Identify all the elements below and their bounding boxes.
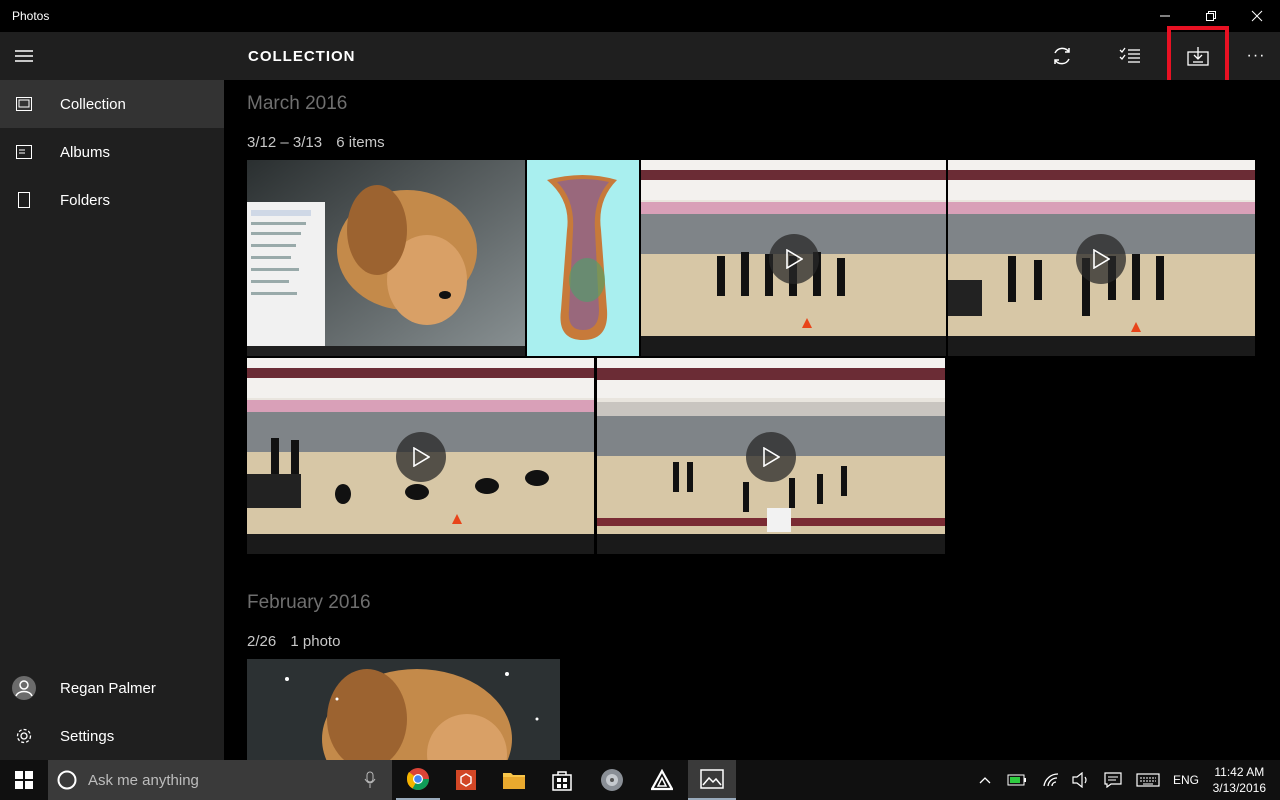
speaker-icon <box>1072 772 1087 788</box>
sidebar-item-label: Albums <box>60 143 111 161</box>
store-taskbar-button[interactable] <box>540 760 584 800</box>
group-count: 6 items <box>336 134 385 151</box>
windows-logo-icon <box>15 771 33 789</box>
refresh-button[interactable] <box>1038 32 1086 80</box>
video-thumbnail[interactable] <box>948 160 1255 356</box>
video-thumbnail[interactable] <box>247 358 594 554</box>
folders-icon <box>0 176 48 224</box>
play-icon <box>769 234 819 284</box>
group-date: 2/26 <box>247 633 277 650</box>
settings-label: Settings <box>60 727 115 745</box>
triangle-logo-icon <box>651 769 673 791</box>
import-button[interactable] <box>1167 26 1229 86</box>
albums-icon <box>0 128 48 176</box>
language-indicator: ENG <box>1172 773 1199 787</box>
app-taskbar-button[interactable] <box>640 760 684 800</box>
group-date: 3/12 – 3/13 <box>247 134 323 151</box>
close-button[interactable] <box>1234 0 1280 32</box>
photos-icon <box>700 769 724 789</box>
cortana-icon <box>57 770 77 790</box>
month-heading: February 2016 <box>247 592 371 613</box>
sidebar-item-label: Collection <box>60 95 126 113</box>
action-center-button[interactable] <box>1100 760 1126 800</box>
more-options-button[interactable]: ··· <box>1232 32 1280 80</box>
group-count: 1 photo <box>290 633 341 650</box>
clock[interactable]: 11:42 AM 3/13/2016 <box>1213 764 1266 796</box>
photo-thumbnail[interactable] <box>527 160 639 356</box>
page-header: COLLECTION ··· <box>224 26 1280 86</box>
sidebar-item-collection[interactable]: Collection <box>0 80 224 128</box>
chrome-icon <box>406 768 429 790</box>
touch-keyboard-button[interactable] <box>1134 760 1162 800</box>
office-taskbar-button[interactable] <box>444 760 488 800</box>
photos-taskbar-button[interactable] <box>688 760 736 800</box>
play-icon <box>1076 234 1126 284</box>
select-checklist-icon <box>1119 47 1140 63</box>
media-app-taskbar-button[interactable] <box>590 760 634 800</box>
app-title: Photos <box>12 9 50 23</box>
chrome-taskbar-button[interactable] <box>396 760 440 800</box>
keyboard-icon <box>1136 773 1160 787</box>
restore-icon <box>1206 11 1216 21</box>
office-icon <box>456 770 476 790</box>
start-button[interactable] <box>0 760 48 800</box>
video-thumbnail[interactable] <box>641 160 946 356</box>
play-icon <box>746 432 796 482</box>
sidebar: Collection Albums Folders Regan Palmer S… <box>0 32 224 760</box>
microphone-icon <box>364 771 376 788</box>
wifi-icon <box>1043 773 1059 787</box>
network-status[interactable] <box>1038 760 1064 800</box>
month-heading: March 2016 <box>247 93 348 114</box>
hamburger-menu-button[interactable] <box>0 32 48 80</box>
sidebar-item-label: Folders <box>60 191 111 209</box>
battery-status[interactable] <box>1004 760 1030 800</box>
more-icon: ··· <box>1246 47 1266 64</box>
date-group-header[interactable]: 2/26 1 photo <box>247 633 350 650</box>
date-group-header[interactable]: 3/12 – 3/13 6 items <box>247 134 395 151</box>
sidebar-item-albums[interactable]: Albums <box>0 128 224 176</box>
chevron-up-icon <box>979 777 991 784</box>
show-hidden-icons-button[interactable] <box>974 760 996 800</box>
input-language-button[interactable]: ENG <box>1168 760 1204 800</box>
user-account-button[interactable]: Regan Palmer <box>0 664 224 712</box>
avatar <box>0 664 48 712</box>
select-button[interactable] <box>1106 32 1154 80</box>
volume-control[interactable] <box>1068 760 1094 800</box>
battery-icon <box>1007 774 1026 786</box>
taskbar: Ask me anything ENG 11:42 AM 3/13/2016 <box>0 760 1280 800</box>
notification-icon <box>1104 772 1122 788</box>
minimize-icon <box>1160 15 1170 17</box>
close-icon <box>1251 10 1263 22</box>
sidebar-item-folders[interactable]: Folders <box>0 176 224 224</box>
hamburger-icon <box>15 50 33 62</box>
store-icon <box>552 771 572 791</box>
video-thumbnail[interactable] <box>597 358 945 554</box>
disc-icon <box>601 769 623 791</box>
file-explorer-taskbar-button[interactable] <box>492 760 536 800</box>
collection-view[interactable]: March 2016 3/12 – 3/13 6 items February … <box>224 80 1280 760</box>
photo-thumbnail[interactable] <box>247 659 560 760</box>
photo-thumbnail[interactable] <box>247 160 525 356</box>
clock-time: 11:42 AM <box>1214 765 1265 779</box>
title-bar: Photos <box>0 0 1280 32</box>
play-icon <box>396 432 446 482</box>
refresh-icon <box>1054 47 1070 65</box>
settings-button[interactable]: Settings <box>0 712 224 760</box>
cortana-search-box[interactable]: Ask me anything <box>48 760 392 800</box>
folder-icon <box>503 773 525 789</box>
page-title: COLLECTION <box>248 48 356 65</box>
search-placeholder: Ask me anything <box>88 771 199 789</box>
user-name: Regan Palmer <box>60 679 156 697</box>
import-icon <box>1187 47 1209 66</box>
clock-date: 3/13/2016 <box>1212 781 1266 795</box>
collection-icon <box>0 80 48 128</box>
gear-icon <box>0 712 48 760</box>
